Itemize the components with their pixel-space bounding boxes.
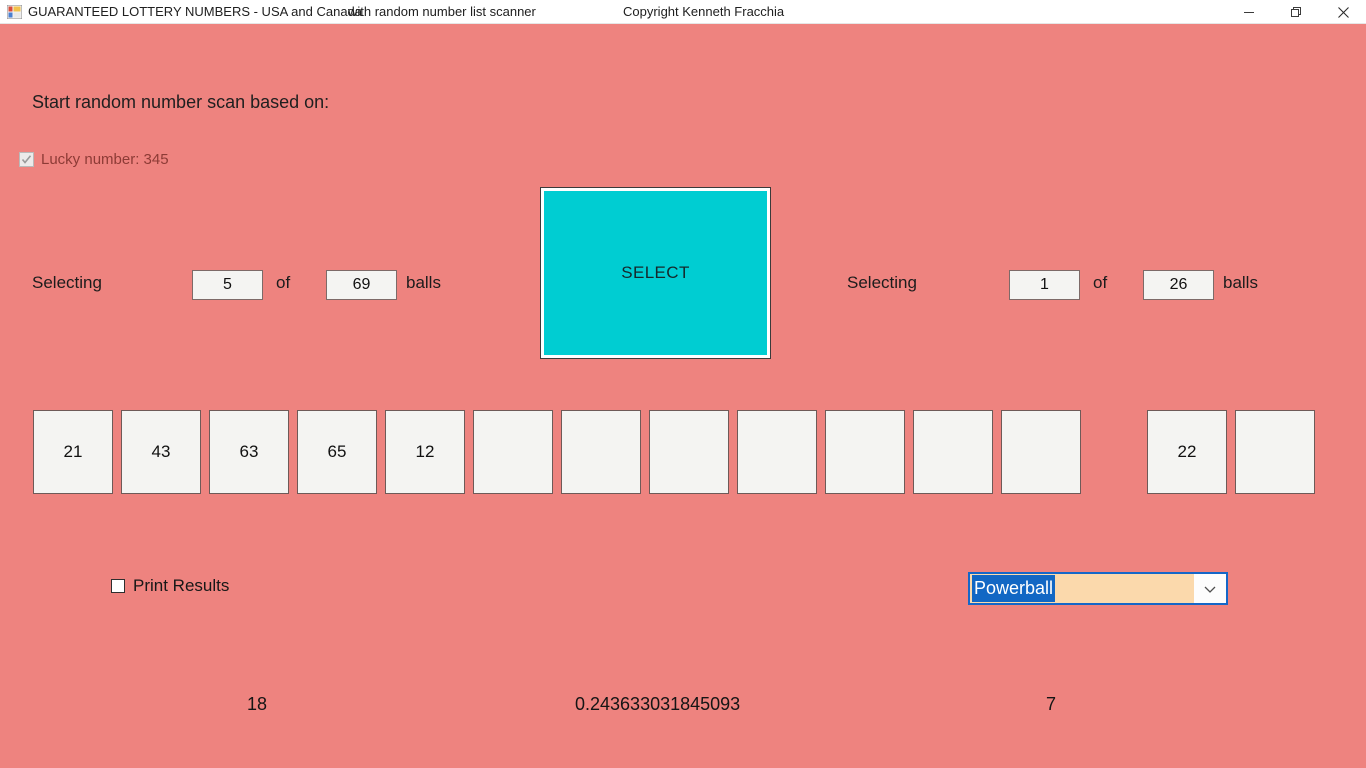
maximize-button[interactable] xyxy=(1273,0,1319,24)
select-button[interactable]: SELECT xyxy=(540,187,771,359)
close-icon xyxy=(1337,6,1350,19)
main-number-box[interactable]: 65 xyxy=(297,410,377,494)
window-subtitle: with random number list scanner xyxy=(348,4,536,19)
bonus-number-box[interactable]: 22 xyxy=(1147,410,1227,494)
print-results-label: Print Results xyxy=(133,576,230,595)
select-button-label: SELECT xyxy=(621,263,690,282)
primary-selecting-label: Selecting xyxy=(32,273,102,292)
form-icon xyxy=(6,4,23,20)
primary-total-input[interactable]: 69 xyxy=(326,270,397,300)
lucky-number-label: Lucky number: 345 xyxy=(41,151,169,168)
game-select-value: Powerball xyxy=(972,575,1056,602)
minimize-button[interactable] xyxy=(1226,0,1272,24)
chevron-down-icon[interactable] xyxy=(1194,574,1226,603)
game-select-dropdown[interactable]: Powerball xyxy=(968,572,1228,605)
main-number-box[interactable] xyxy=(825,410,905,494)
primary-balls-label: balls xyxy=(406,273,441,292)
primary-of-label: of xyxy=(276,273,291,292)
bonus-of-label: of xyxy=(1093,273,1108,292)
main-number-box[interactable] xyxy=(649,410,729,494)
lucky-number-checkbox[interactable] xyxy=(19,152,34,167)
lucky-number-row[interactable]: Lucky number: 345 xyxy=(19,151,169,168)
main-number-box[interactable] xyxy=(1001,410,1081,494)
bonus-selecting-label: Selecting xyxy=(847,273,917,292)
main-number-box[interactable]: 43 xyxy=(121,410,201,494)
primary-count-input[interactable]: 5 xyxy=(192,270,263,300)
status-left-value: 18 xyxy=(247,694,268,714)
window-title: GUARANTEED LOTTERY NUMBERS - USA and Can… xyxy=(28,4,363,19)
print-results-row[interactable]: Print Results xyxy=(111,576,229,596)
main-number-box[interactable]: 12 xyxy=(385,410,465,494)
main-number-box[interactable] xyxy=(913,410,993,494)
bonus-number-box[interactable] xyxy=(1235,410,1315,494)
bonus-total-input[interactable]: 26 xyxy=(1143,270,1214,300)
bonus-balls-label: balls xyxy=(1223,273,1258,292)
title-bar: GUARANTEED LOTTERY NUMBERS - USA and Can… xyxy=(0,0,1366,24)
status-center-value: 0.243633031845093 xyxy=(575,694,741,714)
form-body: Start random number scan based on: Lucky… xyxy=(0,24,1366,768)
main-number-box[interactable]: 21 xyxy=(33,410,113,494)
window-copyright: Copyright Kenneth Fracchia xyxy=(623,4,785,19)
main-number-box[interactable] xyxy=(737,410,817,494)
minimize-icon xyxy=(1243,6,1255,18)
status-right-value: 7 xyxy=(1046,694,1057,714)
restore-icon xyxy=(1290,6,1302,18)
app-window: GUARANTEED LOTTERY NUMBERS - USA and Can… xyxy=(0,0,1366,768)
close-button[interactable] xyxy=(1320,0,1366,24)
print-results-checkbox[interactable] xyxy=(111,579,125,593)
main-number-box[interactable] xyxy=(561,410,641,494)
main-number-box[interactable]: 63 xyxy=(209,410,289,494)
bonus-count-input[interactable]: 1 xyxy=(1009,270,1080,300)
main-number-box[interactable] xyxy=(473,410,553,494)
page-title: Start random number scan based on: xyxy=(32,92,330,112)
